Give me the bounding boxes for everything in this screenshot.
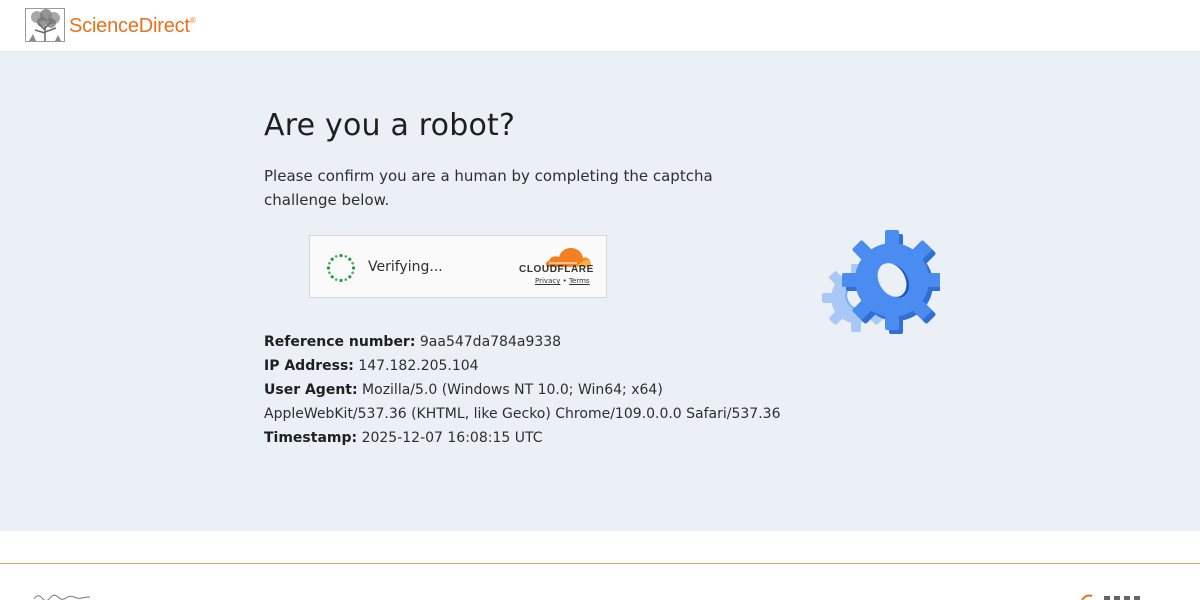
elsevier-tree-icon — [25, 8, 65, 42]
logo-wordmark: ScienceDirect® — [69, 15, 196, 38]
gears-icon — [822, 230, 940, 334]
reference-number-label: Reference number: — [264, 334, 416, 350]
cloudflare-links: Privacy • Terms — [535, 277, 590, 285]
site-header: ScienceDirect® — [0, 0, 1200, 52]
footer-divider — [0, 563, 1200, 564]
relx-logo-icon — [1081, 594, 1140, 600]
logo-registered-mark: ® — [189, 16, 196, 25]
logo-text: ScienceDirect — [69, 15, 190, 37]
intro-text: Please confirm you are a human by comple… — [264, 167, 713, 209]
request-details: Reference number: 9aa547da784a9338 IP Ad… — [264, 330, 784, 450]
privacy-link[interactable]: Privacy — [535, 277, 560, 285]
loading-spinner-icon — [326, 253, 356, 283]
cloudflare-wordmark: CLOUDFLARE — [519, 264, 594, 275]
captcha-widget[interactable]: Verifying... CLOUDFLARE Privacy • Terms — [309, 235, 607, 298]
captcha-status-text: Verifying... — [368, 259, 443, 275]
page-title: Are you a robot? — [264, 108, 516, 143]
link-separator: • — [562, 277, 567, 285]
ip-address-row: IP Address: 147.182.205.104 — [264, 354, 784, 378]
reference-number-value: 9aa547da784a9338 — [419, 334, 562, 350]
user-agent-row: User Agent: Mozilla/5.0 (Windows NT 10.0… — [264, 378, 784, 426]
user-agent-label: User Agent: — [264, 382, 358, 398]
timestamp-label: Timestamp: — [264, 430, 358, 446]
ip-address-label: IP Address: — [264, 358, 354, 374]
timestamp-row: Timestamp: 2025-12-07 16:08:15 UTC — [264, 426, 784, 450]
sciencedirect-logo[interactable]: ScienceDirect® — [25, 8, 196, 42]
challenge-panel: Are you a robot? Please confirm you are … — [0, 52, 1200, 531]
reference-number-row: Reference number: 9aa547da784a9338 — [264, 330, 784, 354]
terms-link[interactable]: Terms — [569, 277, 590, 285]
timestamp-value: 2025-12-07 16:08:15 UTC — [361, 430, 543, 446]
footer-logo-icon — [34, 594, 91, 600]
ip-address-value: 147.182.205.104 — [358, 358, 479, 374]
